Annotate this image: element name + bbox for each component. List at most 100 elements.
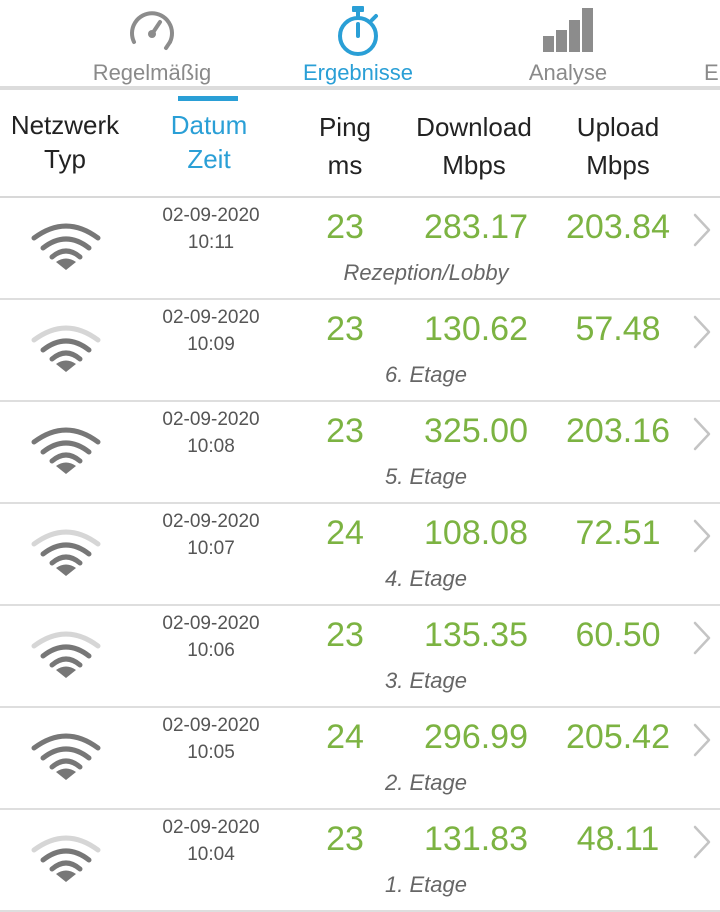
result-time: 10:07 xyxy=(187,538,235,559)
sort-indicator xyxy=(178,96,238,101)
result-ping: 23 xyxy=(326,412,364,450)
wifi-icon xyxy=(30,730,102,787)
result-upload: 205.42 xyxy=(566,718,670,756)
column-header-sublabel: Typ xyxy=(44,144,86,174)
results-list: 02-09-2020 10:11 23 283.17 203.84 Rezept… xyxy=(0,198,720,912)
result-location: 1. Etage xyxy=(385,872,467,897)
wifi-icon xyxy=(30,424,102,481)
result-time: 10:09 xyxy=(187,334,235,355)
result-ping: 24 xyxy=(326,514,364,552)
top-tab-bar: Regelmäßig Ergebnisse Analyse Ei xyxy=(0,0,720,90)
tab-ergebnisse[interactable]: Ergebnisse xyxy=(268,0,448,88)
column-header-label: Netzwerk xyxy=(10,110,120,140)
result-location: 4. Etage xyxy=(385,566,467,591)
column-header-label: Ping xyxy=(318,112,372,142)
result-upload: 60.50 xyxy=(575,616,661,654)
result-location: 3. Etage xyxy=(385,668,467,693)
chevron-right-icon xyxy=(692,620,712,661)
chevron-right-icon xyxy=(692,416,712,457)
column-header-sublabel: ms xyxy=(327,150,363,180)
result-ping: 23 xyxy=(326,616,364,654)
result-download: 283.17 xyxy=(424,208,528,246)
chevron-right-icon xyxy=(692,824,712,865)
tab-regelmaessig[interactable]: Regelmäßig xyxy=(62,0,242,88)
result-time: 10:05 xyxy=(187,742,235,763)
result-date: 02-09-2020 xyxy=(162,715,260,736)
tab-label: Ergebnisse xyxy=(302,60,414,85)
bar-chart-icon xyxy=(541,4,595,59)
result-time: 10:11 xyxy=(187,232,235,253)
wifi-icon xyxy=(30,322,102,379)
wifi-icon xyxy=(30,832,102,889)
result-time: 10:04 xyxy=(187,844,235,865)
result-date: 02-09-2020 xyxy=(162,205,260,226)
column-header-sublabel: Mbps xyxy=(586,150,650,180)
result-location: 2. Etage xyxy=(385,770,467,795)
result-datetime: 02-09-2020 10:07 xyxy=(150,508,272,562)
result-download: 131.83 xyxy=(424,820,528,858)
result-row[interactable]: 02-09-2020 10:05 24 296.99 205.42 2. Eta… xyxy=(0,708,720,810)
chevron-right-icon xyxy=(692,212,712,253)
result-row[interactable]: 02-09-2020 10:09 23 130.62 57.48 6. Etag… xyxy=(0,300,720,402)
column-header-date-time[interactable]: Datum Zeit xyxy=(142,108,276,176)
column-header-sublabel: Zeit xyxy=(187,144,231,174)
result-time: 10:08 xyxy=(187,436,235,457)
result-row[interactable]: 02-09-2020 10:06 23 135.35 60.50 3. Etag… xyxy=(0,606,720,708)
result-datetime: 02-09-2020 10:05 xyxy=(150,712,272,766)
results-table-header: Netzwerk Typ Datum Zeit Ping ms Download… xyxy=(0,90,720,198)
result-ping: 23 xyxy=(326,820,364,858)
wifi-icon xyxy=(30,220,102,277)
tab-label: Analyse xyxy=(528,60,608,85)
result-datetime: 02-09-2020 10:06 xyxy=(150,610,272,664)
result-download: 325.00 xyxy=(424,412,528,450)
result-upload: 48.11 xyxy=(576,820,660,858)
result-download: 296.99 xyxy=(424,718,528,756)
result-upload: 203.16 xyxy=(566,412,670,450)
column-header-label: Upload xyxy=(576,112,660,142)
speedometer-icon xyxy=(124,4,180,63)
result-location: 6. Etage xyxy=(385,362,467,387)
chevron-right-icon xyxy=(692,722,712,763)
result-row[interactable]: 02-09-2020 10:07 24 108.08 72.51 4. Etag… xyxy=(0,504,720,606)
result-ping: 23 xyxy=(326,310,364,348)
result-datetime: 02-09-2020 10:08 xyxy=(150,406,272,460)
tab-more[interactable]: Ei xyxy=(700,0,720,88)
wifi-icon xyxy=(30,628,102,685)
result-ping: 24 xyxy=(326,718,364,756)
column-header-sublabel: Mbps xyxy=(442,150,506,180)
result-download: 108.08 xyxy=(424,514,528,552)
result-row[interactable]: 02-09-2020 10:08 23 325.00 203.16 5. Eta… xyxy=(0,402,720,504)
column-header-upload[interactable]: Upload Mbps xyxy=(556,108,680,184)
result-download: 135.35 xyxy=(424,616,528,654)
result-date: 02-09-2020 xyxy=(162,613,260,634)
result-date: 02-09-2020 xyxy=(162,817,260,838)
wifi-icon xyxy=(30,526,102,583)
result-datetime: 02-09-2020 10:11 xyxy=(150,202,272,256)
result-row[interactable]: 02-09-2020 10:11 23 283.17 203.84 Rezept… xyxy=(0,198,720,300)
result-location: 5. Etage xyxy=(385,464,467,489)
result-date: 02-09-2020 xyxy=(162,307,260,328)
tab-label: Regelmäßig xyxy=(92,60,212,85)
column-header-label: Datum xyxy=(170,110,248,140)
result-upload: 203.84 xyxy=(566,208,670,246)
stopwatch-icon xyxy=(332,4,384,63)
result-download: 130.62 xyxy=(424,310,528,348)
result-date: 02-09-2020 xyxy=(162,511,260,532)
result-upload: 72.51 xyxy=(575,514,661,552)
result-time: 10:06 xyxy=(187,640,235,661)
result-datetime: 02-09-2020 10:09 xyxy=(150,304,272,358)
column-header-network-type[interactable]: Netzwerk Typ xyxy=(0,108,130,176)
result-date: 02-09-2020 xyxy=(162,409,260,430)
result-location: Rezeption/Lobby xyxy=(343,260,509,285)
chevron-right-icon xyxy=(692,518,712,559)
result-ping: 23 xyxy=(326,208,364,246)
column-header-download[interactable]: Download Mbps xyxy=(404,108,544,184)
chevron-right-icon xyxy=(692,314,712,355)
column-header-ping[interactable]: Ping ms xyxy=(300,108,390,184)
result-upload: 57.48 xyxy=(575,310,661,348)
column-header-label: Download xyxy=(416,112,532,142)
result-row[interactable]: 02-09-2020 10:04 23 131.83 48.11 1. Etag… xyxy=(0,810,720,912)
result-datetime: 02-09-2020 10:04 xyxy=(150,814,272,868)
tab-analyse[interactable]: Analyse xyxy=(478,0,658,88)
tab-label: Ei xyxy=(704,60,720,85)
